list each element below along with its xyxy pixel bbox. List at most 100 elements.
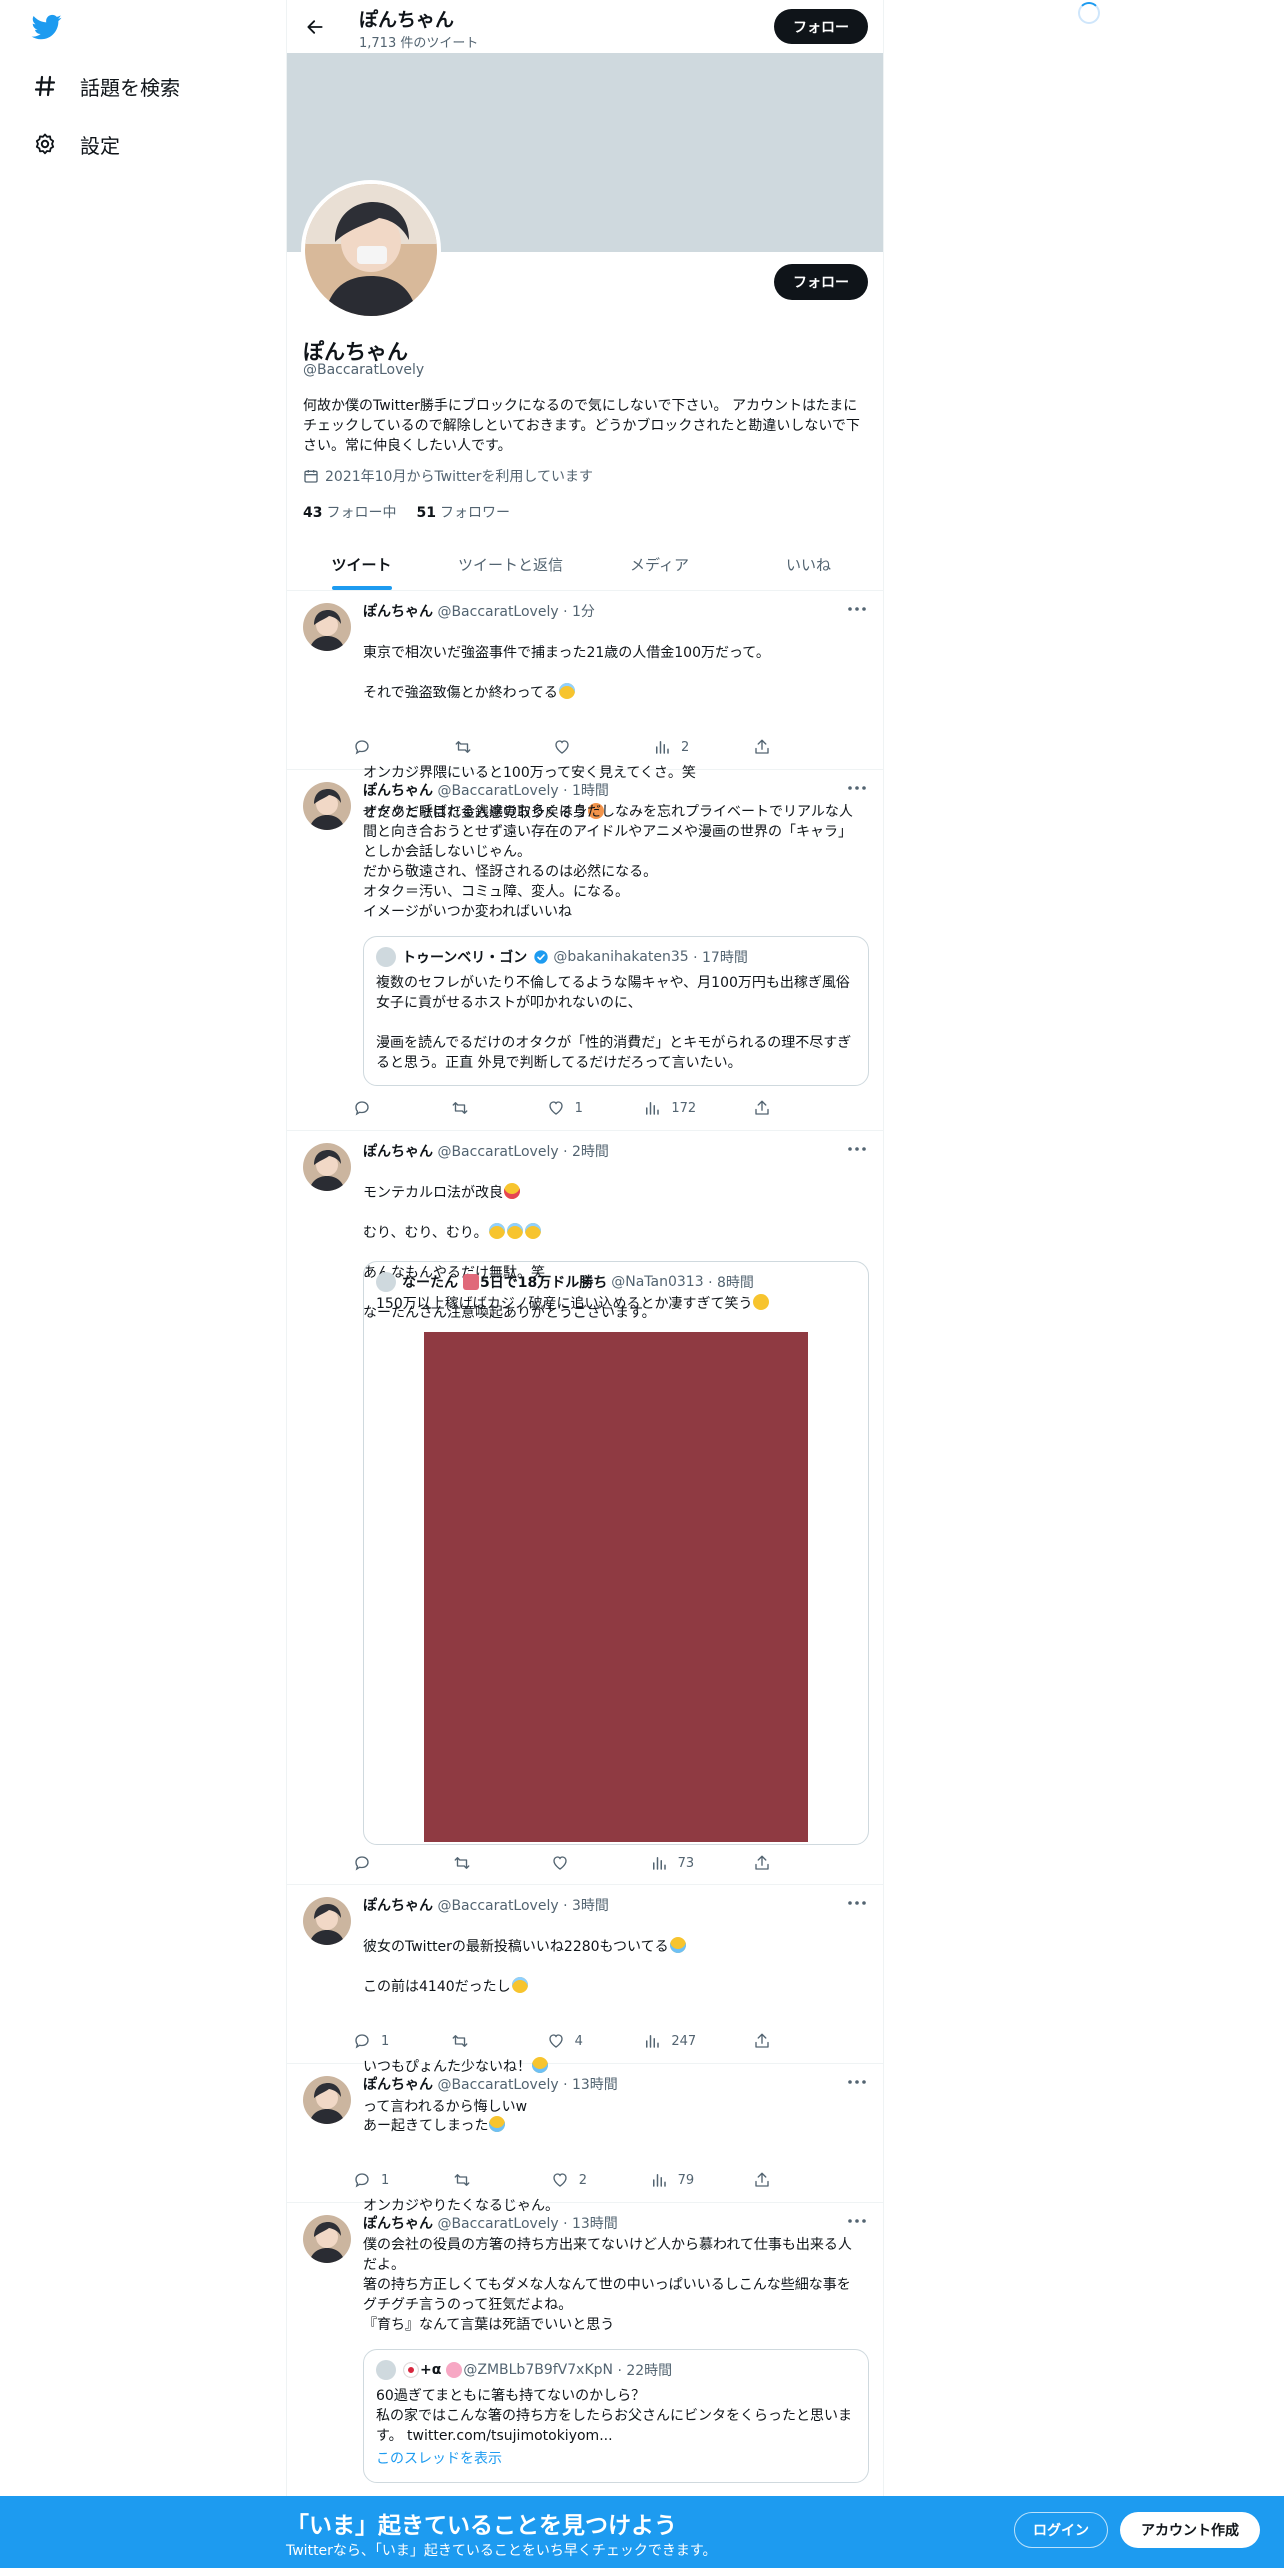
quoted-tweet[interactable]: なーたん 5日で18万ドル勝ち @NaTan0313 · 8時間 150万以上稼… — [363, 1261, 869, 1845]
tweet-author-handle[interactable]: @BaccaratLovely — [437, 783, 558, 799]
tab-tweets[interactable]: ツイート — [287, 538, 436, 590]
reply-button[interactable]: 1 — [353, 2168, 393, 2192]
analytics-icon — [646, 2035, 660, 2048]
views-button[interactable]: 2 — [653, 735, 693, 759]
retweet-icon — [454, 2174, 470, 2186]
tweet-author-handle[interactable]: @BaccaratLovely — [437, 1898, 558, 1914]
quoted-tweet-text: 複数のセフレがいたり不倫してるような陽キャや、月100万円も出稼ぎ風俗女子に貢が… — [376, 975, 852, 1071]
quoted-tweet-header: トゥーンベリ・ゴン @bakanihakaten35 · 17時間 — [376, 947, 748, 967]
tab-media[interactable]: メディア — [585, 538, 734, 590]
quoted-tweet-image[interactable] — [424, 1332, 808, 1842]
like-button[interactable]: 2 — [551, 2168, 591, 2192]
profile-tabs: ツイート ツイートと返信 メディア いいね — [287, 538, 883, 591]
reply-icon — [355, 2173, 369, 2188]
cherry-blossom-emoji-icon — [446, 2362, 463, 2378]
tweet-author-name[interactable]: ぽんちゃん — [363, 2216, 433, 2232]
tweet-actions: 2 — [353, 735, 793, 759]
tweet-author-handle[interactable]: @BaccaratLovely — [437, 1144, 558, 1160]
tweet-avatar[interactable] — [303, 1143, 351, 1191]
profile-follow-button[interactable]: フォロー — [774, 264, 868, 300]
tweet-author-handle[interactable]: @BaccaratLovely — [437, 2216, 558, 2232]
tweet-timestamp[interactable]: · 3時間 — [563, 1898, 609, 1914]
tweet[interactable]: ぽんちゃん @BaccaratLovely · 1時間 オタクと呼ばれる人達のお… — [287, 770, 883, 1131]
tweet-timestamp[interactable]: · 1分 — [563, 604, 595, 620]
view-count: 2 — [681, 739, 690, 755]
views-button[interactable]: 73 — [650, 1851, 694, 1875]
tweet-timestamp[interactable]: · 13時間 — [563, 2216, 618, 2232]
reply-button[interactable] — [353, 1096, 393, 1120]
nav-settings-label: 設定 — [80, 133, 120, 158]
quoted-tweet[interactable]: +α @ZMBLb7B9fV7xKpN · 22時間 60過ぎてまともに箸も持て… — [363, 2349, 869, 2483]
more-options-icon[interactable] — [845, 1893, 869, 1913]
share-button[interactable] — [753, 1096, 793, 1120]
verified-badge-icon — [534, 950, 548, 964]
reply-button[interactable] — [353, 735, 393, 759]
share-button[interactable] — [753, 2168, 793, 2192]
header-follow-button[interactable]: フォロー — [774, 9, 868, 44]
tweet-text-line: この前は4140だったし — [363, 1977, 863, 1997]
tweet-avatar[interactable] — [303, 603, 351, 651]
login-button[interactable]: ログイン — [1014, 2512, 1108, 2548]
nav-settings[interactable]: 設定 — [32, 124, 120, 164]
heart-icon — [553, 1856, 567, 1870]
tweet-author-name[interactable]: ぽんちゃん — [363, 1898, 433, 1914]
tweet-author-handle[interactable]: @BaccaratLovely — [437, 604, 558, 620]
tweet-avatar[interactable] — [303, 1897, 351, 1945]
analytics-icon — [652, 1857, 666, 1870]
more-options-icon[interactable] — [845, 778, 869, 798]
like-button[interactable]: 1 — [547, 1096, 587, 1120]
more-options-icon[interactable] — [845, 599, 869, 619]
back-button[interactable] — [299, 11, 331, 43]
retweet-button[interactable] — [452, 2168, 492, 2192]
tweet-author-name[interactable]: ぽんちゃん — [363, 2077, 433, 2093]
reply-button[interactable] — [353, 1851, 393, 1875]
tweet[interactable]: ぽんちゃん @BaccaratLovely · 3時間 彼女のTwitterの最… — [287, 1885, 883, 2115]
tweet-author-name[interactable]: ぽんちゃん — [363, 604, 433, 620]
tweet-timestamp[interactable]: · 2時間 — [563, 1144, 609, 1160]
following-link[interactable]: 43 フォロー中 — [303, 502, 396, 522]
tab-tweets-and-replies[interactable]: ツイートと返信 — [436, 538, 585, 590]
profile-avatar[interactable] — [301, 180, 441, 320]
tweet-author-name[interactable]: ぽんちゃん — [363, 1144, 433, 1160]
followers-link[interactable]: 51 フォロワー — [416, 502, 509, 522]
arrow-left-icon — [307, 20, 323, 34]
tweet[interactable]: ぽんちゃん @BaccaratLovely · 13時間 僕の会社の役員の方箸の… — [287, 2203, 883, 2496]
tweet-text-line: 東京で相次いだ強盗事件で捕まった21歳の人借金100万だって。 — [363, 645, 770, 661]
tweet[interactable]: ぽんちゃん @BaccaratLovely · 2時間 モンテカルロ法が改良 む… — [287, 1131, 883, 1885]
more-options-icon[interactable] — [845, 2211, 869, 2231]
like-button[interactable]: 4 — [547, 2029, 587, 2053]
tweet-timestamp[interactable]: · 13時間 — [563, 2077, 618, 2093]
view-count: 247 — [671, 2033, 697, 2049]
retweet-button[interactable] — [450, 2029, 490, 2053]
tweet[interactable]: ぽんちゃん @BaccaratLovely · 1分 東京で相次いだ強盗事件で捕… — [287, 591, 883, 821]
quoted-tweet[interactable]: トゥーンベリ・ゴン @bakanihakaten35 · 17時間 複数のセフレ… — [363, 936, 869, 1086]
profile-stats: 43 フォロー中 51 フォロワー — [303, 502, 530, 522]
tweet-author-handle[interactable]: @BaccaratLovely — [437, 2077, 558, 2093]
header-tweet-count: 1,713 件のツイート — [359, 36, 479, 51]
show-thread-link[interactable]: このスレッドを表示 — [376, 2448, 502, 2468]
retweet-button[interactable] — [450, 1096, 490, 1120]
signup-button[interactable]: アカウント作成 — [1120, 2512, 1260, 2548]
tweet-avatar[interactable] — [303, 2215, 351, 2263]
like-button[interactable] — [553, 735, 593, 759]
more-options-icon[interactable] — [845, 2072, 869, 2092]
more-options-icon[interactable] — [845, 1139, 869, 1159]
views-button[interactable]: 79 — [650, 2168, 694, 2192]
views-button[interactable]: 172 — [643, 1096, 696, 1120]
reply-button[interactable]: 1 — [353, 2029, 393, 2053]
views-button[interactable]: 247 — [643, 2029, 696, 2053]
twitter-logo-icon[interactable] — [30, 12, 68, 46]
share-button[interactable] — [753, 1851, 793, 1875]
retweet-button[interactable] — [453, 735, 493, 759]
tweet-avatar[interactable] — [303, 2076, 351, 2124]
tweet-author-name[interactable]: ぽんちゃん — [363, 783, 433, 799]
like-button[interactable] — [551, 1851, 591, 1875]
tweet-timestamp[interactable]: · 1時間 — [563, 783, 609, 799]
share-button[interactable] — [753, 735, 793, 759]
tweet-avatar[interactable] — [303, 782, 351, 830]
tweet[interactable]: ぽんちゃん @BaccaratLovely · 13時間 あー起きてしまった オ… — [287, 2064, 883, 2214]
share-button[interactable] — [753, 2029, 793, 2053]
nav-explore[interactable]: 話題を検索 — [32, 66, 180, 106]
retweet-button[interactable] — [452, 1851, 492, 1875]
tab-likes[interactable]: いいね — [734, 538, 883, 590]
